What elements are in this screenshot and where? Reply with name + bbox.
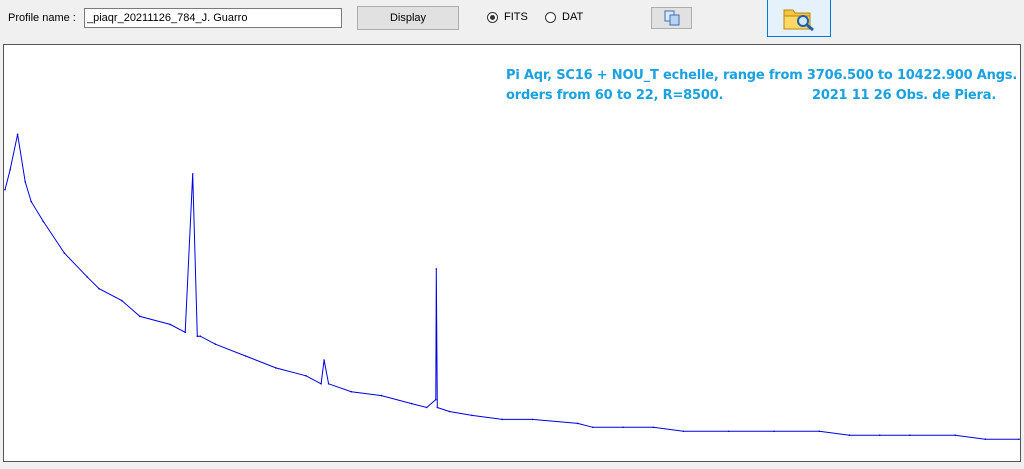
radio-fits-label: FITS	[504, 11, 528, 23]
spectrum-point	[410, 402, 413, 405]
spectrum-point	[214, 343, 217, 346]
spectrum-point	[121, 299, 123, 302]
spectrum-point	[909, 434, 911, 437]
spectrum-point	[471, 414, 473, 417]
spectrum-point	[436, 406, 439, 409]
spectrum-point	[818, 430, 821, 433]
folder-search-icon	[783, 9, 814, 32]
spectrum-point	[1018, 438, 1020, 441]
spectrum-point	[42, 220, 45, 223]
spectrum-point	[576, 422, 579, 425]
spectrum-point	[878, 434, 881, 437]
spectrum-point	[4, 188, 6, 191]
spectrum-point	[435, 268, 438, 270]
radio-fits[interactable]: FITS	[487, 11, 528, 23]
spectrum-point	[592, 426, 594, 429]
display-button[interactable]: Display	[357, 6, 459, 30]
spectrum-point	[199, 335, 202, 338]
spectrum-point	[380, 394, 383, 397]
spectrum-point	[682, 430, 685, 433]
spectrum-point	[244, 355, 247, 357]
profile-name-label: Profile name :	[8, 12, 76, 24]
spectrum-point	[425, 406, 428, 409]
spectrum-point	[327, 383, 330, 385]
radio-dat-circle[interactable]	[545, 11, 556, 23]
plot-caption-date: 2021 11 26 Obs. de Piera.	[812, 88, 997, 103]
spectrum-point	[984, 438, 987, 441]
spectrum-point	[305, 375, 307, 377]
spectrum-point	[323, 359, 325, 361]
spectrum-plot: Pi Aqr, SC16 + NOU_T echelle, range from…	[3, 44, 1021, 462]
spectrum-point	[196, 335, 199, 338]
spectrum-point	[139, 315, 141, 318]
copy-icon	[664, 10, 679, 26]
spectrum-point	[169, 323, 171, 326]
spectrum-point	[350, 390, 353, 393]
spectrum-point	[435, 398, 437, 401]
spectrum-point	[622, 426, 624, 429]
spectrum-point	[652, 426, 654, 429]
spectrum-series-line	[4, 134, 1019, 440]
spectrum-chart	[4, 133, 1020, 441]
spectrum-point	[98, 287, 100, 290]
spectrum-point	[848, 434, 851, 437]
spectrum-point	[531, 418, 534, 421]
radio-dat-label: DAT	[562, 11, 584, 23]
spectrum-point	[448, 410, 451, 413]
spectrum-point	[184, 331, 186, 334]
spectrum-point	[320, 383, 322, 385]
radio-dat[interactable]: DAT	[545, 11, 583, 23]
spectrum-point	[30, 200, 32, 203]
spectrum-point	[191, 173, 194, 175]
radio-fits-circle[interactable]	[487, 11, 498, 23]
spectrum-point	[954, 434, 956, 437]
spectrum-point	[501, 418, 504, 421]
spectrum-point	[86, 276, 88, 278]
spectrum-point	[9, 169, 11, 171]
plot-caption-title: Pi Aqr, SC16 + NOU_T echelle, range from…	[506, 68, 1018, 83]
spectrum-point	[727, 430, 730, 433]
spectrum-point	[63, 252, 66, 254]
plot-caption-orders: orders from 60 to 22, R=8500.	[506, 88, 724, 103]
spectrum-point	[773, 430, 775, 433]
profile-name-input[interactable]	[84, 8, 342, 28]
spectrum-point	[24, 181, 27, 183]
toolbar: Profile name : Display FITS DAT	[0, 0, 1024, 42]
copy-button[interactable]	[651, 7, 692, 29]
open-file-button[interactable]	[767, 0, 831, 37]
spectrum-point	[16, 133, 19, 136]
spectrum-point	[275, 367, 277, 369]
